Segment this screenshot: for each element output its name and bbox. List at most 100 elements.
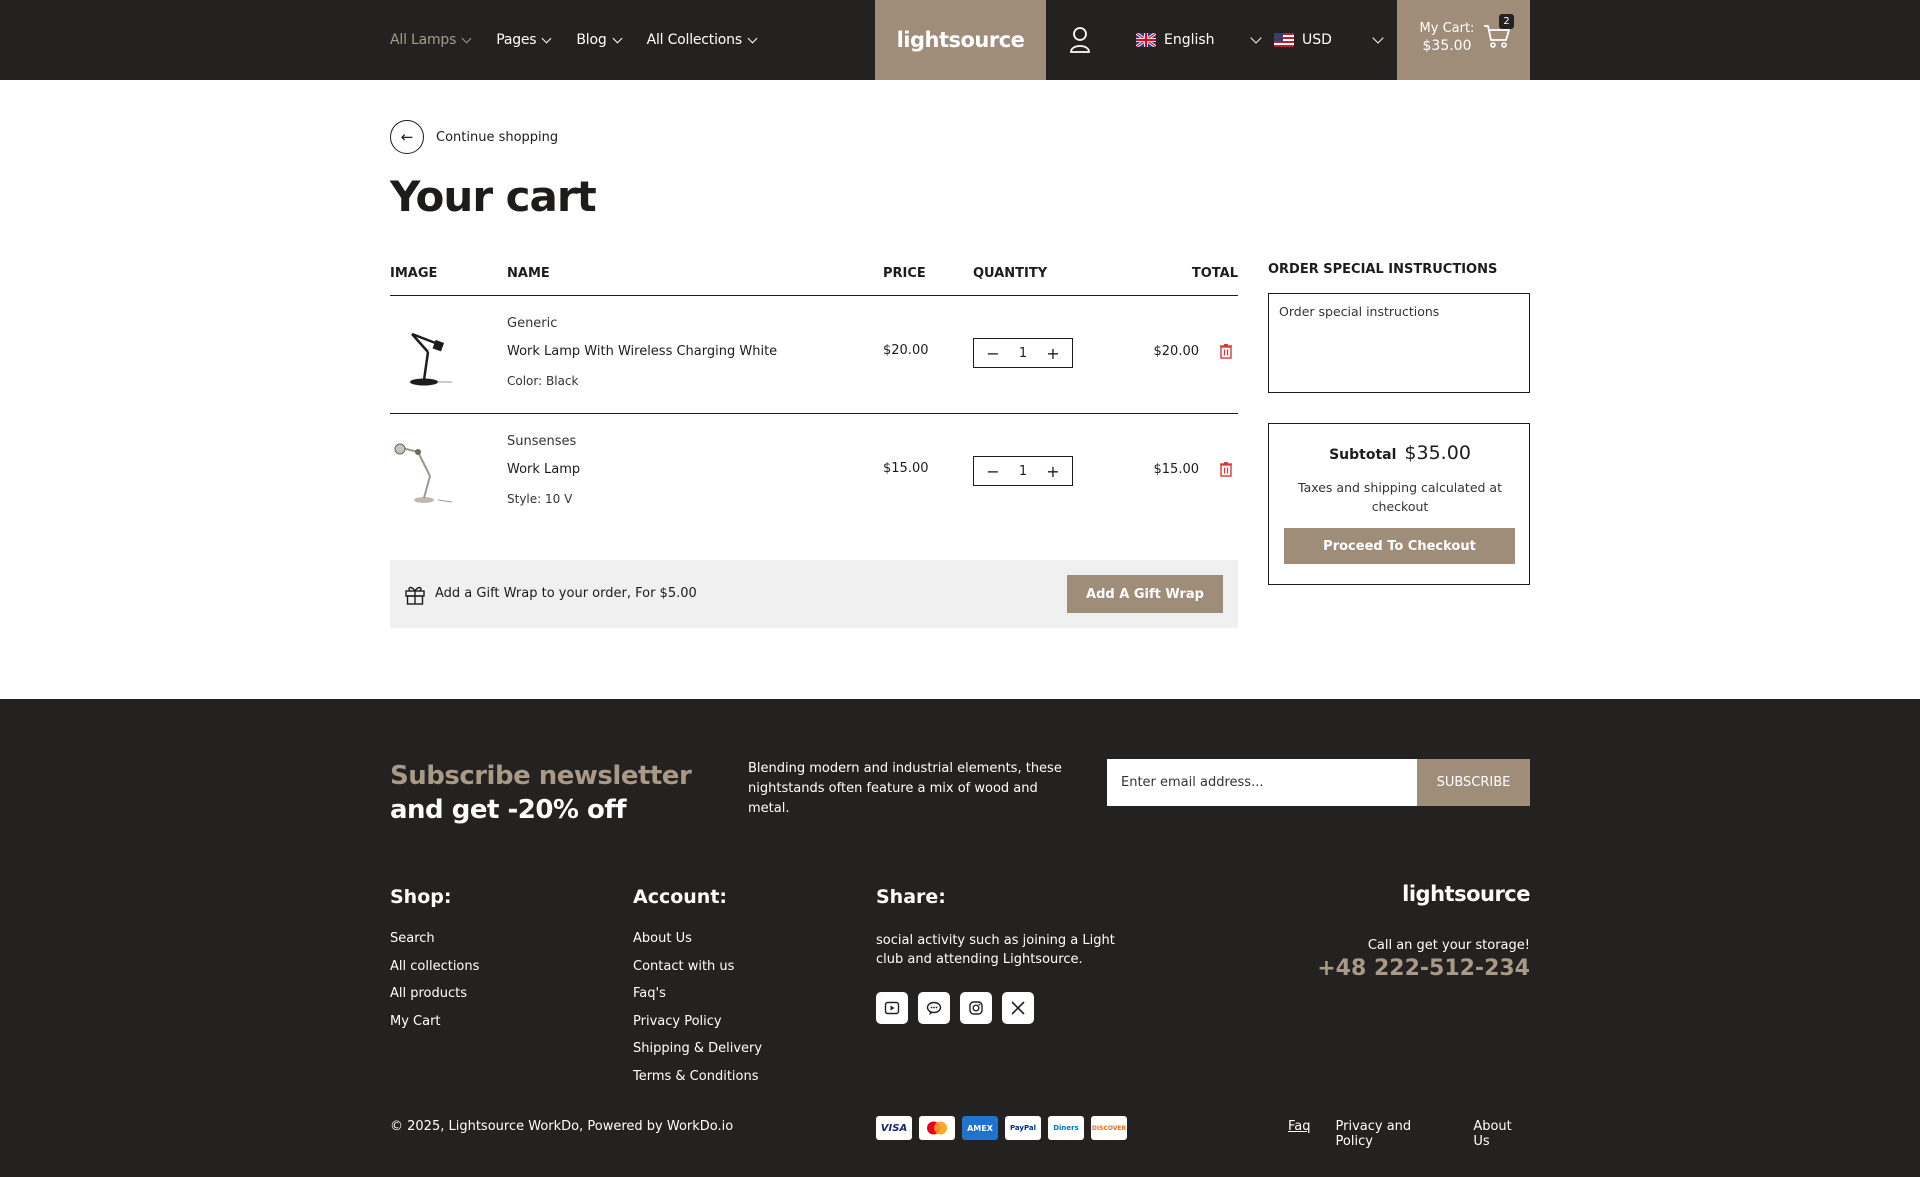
footer-link-faqs[interactable]: Faq's (633, 986, 762, 1014)
product-name-link[interactable]: Work Lamp (507, 462, 580, 477)
footer-link-shipping[interactable]: Shipping & Delivery (633, 1041, 762, 1069)
share-text: social activity such as joining a Light … (876, 933, 1115, 967)
cart-total: $35.00 (1422, 38, 1472, 54)
increase-quantity-button[interactable]: + (1046, 344, 1060, 363)
footer-link-contact[interactable]: Contact with us (633, 959, 762, 987)
footer-link-all-products[interactable]: All products (390, 986, 479, 1014)
product-name-link[interactable]: Work Lamp With Wireless Charging White (507, 344, 777, 359)
product-variant: Style: 10 V (507, 492, 572, 506)
instagram-icon[interactable] (960, 992, 992, 1024)
chevron-down-icon (747, 33, 758, 43)
newsletter-email-input[interactable] (1107, 759, 1417, 806)
product-vendor: Sunsenses (507, 434, 577, 449)
quantity-value[interactable]: 1 (1019, 464, 1027, 479)
shop-links: Search All collections All products My C… (390, 931, 479, 1041)
nav-label: All Collections (646, 32, 743, 48)
shop-title: Shop: (390, 886, 452, 908)
footer-link-privacy-policy[interactable]: Privacy Policy (633, 1014, 762, 1042)
product-variant: Color: Black (507, 374, 578, 388)
paypal-icon: PayPal (1005, 1116, 1041, 1140)
chat-icon[interactable] (918, 992, 950, 1024)
line-total: $20.00 (1153, 344, 1200, 359)
newsletter-title: Subscribe newsletter and get -20% off (390, 759, 730, 827)
nav-label: All Lamps (390, 32, 457, 48)
header-cart[interactable]: My Cart: $35.00 2 (1397, 0, 1530, 80)
order-summary: Subtotal $35.00 Taxes and shipping calcul… (1268, 423, 1530, 585)
social-icons (876, 992, 1034, 1024)
trash-icon[interactable] (1219, 461, 1233, 477)
quantity-stepper: − 1 + (973, 338, 1073, 368)
quantity-stepper: − 1 + (973, 456, 1073, 486)
nav-all-collections[interactable]: All Collections (646, 32, 758, 48)
product-price: $20.00 (883, 343, 929, 358)
chevron-down-icon (1372, 32, 1384, 44)
product-price: $15.00 (883, 461, 929, 476)
chevron-down-icon (612, 33, 623, 43)
currency-label: USD (1302, 32, 1332, 48)
language-selector[interactable]: English (1136, 0, 1262, 80)
x-twitter-icon[interactable] (1002, 992, 1034, 1024)
product-image-architect-lamp[interactable] (390, 434, 462, 506)
tax-note: Taxes and shipping calculated at checkou… (1298, 480, 1502, 514)
bottom-link-faq[interactable]: Faq (1288, 1119, 1311, 1149)
special-instructions-input[interactable] (1268, 293, 1530, 393)
quantity-value[interactable]: 1 (1019, 346, 1027, 361)
account-links: About Us Contact with us Faq's Privacy P… (633, 931, 762, 1096)
footer-link-about-us[interactable]: About Us (633, 931, 762, 959)
gift-wrap-bar: Add a Gift Wrap to your order, For $5.00… (390, 560, 1238, 628)
footer-link-terms[interactable]: Terms & Conditions (633, 1069, 762, 1097)
nav-pages[interactable]: Pages (496, 32, 552, 48)
share-title: Share: (876, 886, 946, 908)
visa-icon: VISA (876, 1116, 912, 1140)
nav-label: Pages (496, 32, 537, 48)
currency-selector[interactable]: USD (1260, 0, 1396, 80)
chevron-down-icon (461, 33, 472, 43)
product-image-desk-lamp[interactable] (390, 316, 462, 388)
user-account-icon[interactable] (1068, 26, 1092, 54)
cart-row: Generic Work Lamp With Wireless Charging… (390, 296, 1238, 414)
newsletter-title-accent: Subscribe newsletter (390, 761, 692, 791)
bottom-link-about[interactable]: About Us (1473, 1119, 1530, 1149)
continue-label: Continue shopping (436, 129, 559, 145)
gift-icon (405, 586, 425, 605)
continue-shopping-link[interactable]: ← Continue shopping (390, 120, 558, 154)
arrow-left-icon: ← (390, 120, 424, 154)
decrease-quantity-button[interactable]: − (986, 462, 1000, 481)
subtotal-line: Subtotal $35.00 (1269, 442, 1531, 464)
site-footer: Subscribe newsletter and get -20% off Bl… (0, 699, 1920, 1177)
cart-table-header: IMAGE NAME PRICE QUANTITY TOTAL (390, 262, 1238, 296)
checkout-button[interactable]: Proceed To Checkout (1284, 528, 1515, 564)
increase-quantity-button[interactable]: + (1046, 462, 1060, 481)
gift-wrap-text: Add a Gift Wrap to your order, For $5.00 (435, 586, 697, 601)
phone-number[interactable]: +48 222-512-234 (1300, 956, 1530, 981)
col-quantity: QUANTITY (973, 266, 1048, 281)
account-title: Account: (633, 886, 728, 908)
subscribe-button[interactable]: SUBSCRIBE (1417, 759, 1530, 806)
decrease-quantity-button[interactable]: − (986, 344, 1000, 363)
youtube-icon[interactable] (876, 992, 908, 1024)
instructions-label: ORDER SPECIAL INSTRUCTIONS (1268, 262, 1498, 277)
language-label: English (1164, 32, 1215, 48)
footer-link-search[interactable]: Search (390, 931, 479, 959)
footer-logo[interactable]: lightsource (1300, 882, 1530, 906)
subtotal-label: Subtotal (1329, 447, 1397, 463)
add-gift-wrap-button[interactable]: Add A Gift Wrap (1067, 575, 1223, 613)
col-name: NAME (507, 266, 550, 281)
variant-label: Color: (507, 374, 543, 388)
bottom-link-privacy[interactable]: Privacy and Policy (1336, 1119, 1449, 1149)
col-price: PRICE (883, 266, 926, 281)
site-header: All Lamps Pages Blog All Collections lig… (0, 0, 1920, 80)
footer-link-all-collections[interactable]: All collections (390, 959, 479, 987)
nav-all-lamps[interactable]: All Lamps (390, 32, 472, 48)
trash-icon[interactable] (1219, 343, 1233, 359)
mastercard-icon (919, 1116, 955, 1140)
line-total: $15.00 (1153, 462, 1200, 477)
variant-value: 10 V (545, 492, 573, 506)
product-vendor: Generic (507, 316, 558, 331)
site-logo[interactable]: lightsource (875, 0, 1046, 80)
footer-link-my-cart[interactable]: My Cart (390, 1014, 479, 1042)
nav-blog[interactable]: Blog (576, 32, 623, 48)
newsletter-description: Blending modern and industrial elements,… (748, 761, 1062, 816)
copyright: © 2025, Lightsource WorkDo, Powered by W… (390, 1119, 734, 1134)
page-title: Your cart (390, 172, 597, 221)
